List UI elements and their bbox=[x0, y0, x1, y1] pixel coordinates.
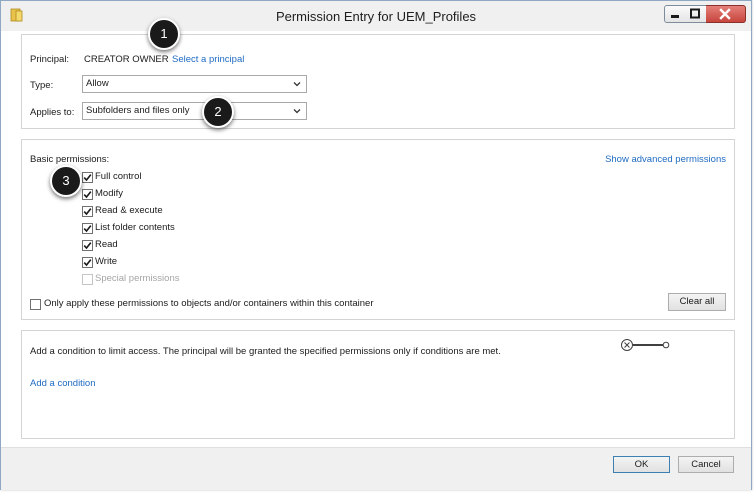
ok-button[interactable]: OK bbox=[613, 456, 670, 473]
type-dropdown-value: Allow bbox=[86, 78, 109, 89]
applies-to-dropdown-value: Subfolders and files only bbox=[86, 105, 190, 116]
add-condition-link[interactable]: Add a condition bbox=[30, 378, 96, 389]
clear-all-button[interactable]: Clear all bbox=[668, 293, 726, 311]
permission-checkbox[interactable] bbox=[82, 223, 93, 234]
maximize-icon bbox=[690, 8, 700, 19]
checkmark-icon bbox=[83, 242, 92, 250]
permission-checkbox[interactable] bbox=[82, 206, 93, 217]
only-apply-label: Only apply these permissions to objects … bbox=[44, 298, 374, 309]
checkmark-icon bbox=[83, 191, 92, 199]
checkmark-icon bbox=[83, 174, 92, 182]
select-principal-link[interactable]: Select a principal bbox=[172, 54, 244, 65]
checkmark-icon bbox=[83, 225, 92, 233]
permission-checkbox[interactable] bbox=[82, 172, 93, 183]
condition-description: Add a condition to limit access. The pri… bbox=[30, 346, 501, 357]
only-apply-checkbox-row[interactable]: Only apply these permissions to objects … bbox=[30, 298, 430, 312]
only-apply-checkbox[interactable] bbox=[30, 299, 41, 310]
checkmark-icon bbox=[83, 259, 92, 267]
close-icon bbox=[719, 8, 731, 20]
callout-2: 2 bbox=[202, 96, 234, 128]
permission-label: Read & execute bbox=[95, 205, 163, 216]
chevron-down-icon bbox=[293, 82, 301, 87]
window-title: Permission Entry for UEM_Profiles bbox=[275, 9, 477, 24]
title-bar: Permission Entry for UEM_Profiles bbox=[1, 1, 751, 31]
permission-label: Read bbox=[95, 239, 118, 250]
minimize-button[interactable] bbox=[664, 5, 686, 23]
maximize-button[interactable] bbox=[685, 5, 707, 23]
remove-condition-icon[interactable] bbox=[620, 338, 670, 352]
permission-label: Write bbox=[95, 256, 117, 267]
principal-label: Principal: bbox=[30, 54, 70, 65]
permission-label: List folder contents bbox=[95, 222, 175, 233]
type-label: Type: bbox=[30, 80, 54, 91]
close-button[interactable] bbox=[706, 5, 746, 23]
permission-checkbox[interactable] bbox=[82, 240, 93, 251]
permission-label: Full control bbox=[95, 171, 142, 182]
permission-checkbox bbox=[82, 274, 93, 285]
callout-3: 3 bbox=[50, 165, 82, 197]
principal-value: CREATOR OWNER bbox=[84, 54, 169, 65]
checkmark-icon bbox=[83, 208, 92, 216]
applies-to-dropdown[interactable]: Subfolders and files only bbox=[82, 102, 307, 120]
principal-panel: Principal: CREATOR OWNER Select a princi… bbox=[21, 34, 735, 129]
cancel-button[interactable]: Cancel bbox=[678, 456, 734, 473]
permission-checkbox[interactable] bbox=[82, 257, 93, 268]
permission-checkbox[interactable] bbox=[82, 189, 93, 200]
type-dropdown[interactable]: Allow bbox=[82, 75, 307, 93]
dialog-footer: OK Cancel bbox=[1, 447, 751, 490]
permissions-panel: Basic permissions: Show advanced permiss… bbox=[21, 139, 735, 320]
minimize-icon bbox=[671, 15, 679, 18]
basic-permissions-heading: Basic permissions: bbox=[30, 154, 110, 165]
condition-panel: Add a condition to limit access. The pri… bbox=[21, 330, 735, 439]
chevron-down-icon bbox=[293, 109, 301, 114]
permission-entry-dialog: Permission Entry for UEM_Profiles Princi… bbox=[0, 0, 752, 490]
applies-to-label: Applies to: bbox=[30, 107, 75, 118]
permission-label: Modify bbox=[95, 188, 123, 199]
callout-1: 1 bbox=[148, 18, 180, 50]
permission-label: Special permissions bbox=[95, 273, 180, 284]
show-advanced-permissions-link[interactable]: Show advanced permissions bbox=[605, 154, 726, 165]
